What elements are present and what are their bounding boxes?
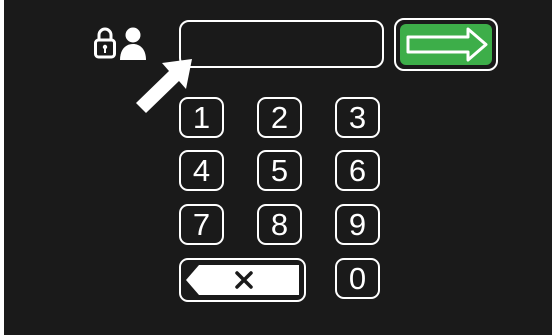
key-3[interactable]: 3 <box>335 97 380 138</box>
key-8[interactable]: 8 <box>257 204 302 245</box>
enter-button[interactable] <box>394 18 498 71</box>
keypad-screen: 1 2 3 4 5 6 7 8 9 0 <box>4 0 552 335</box>
key-9[interactable]: 9 <box>335 204 380 245</box>
backspace-x-icon <box>186 265 299 295</box>
key-6[interactable]: 6 <box>335 150 380 191</box>
key-5[interactable]: 5 <box>257 150 302 191</box>
pin-input[interactable] <box>179 20 384 68</box>
key-4[interactable]: 4 <box>179 150 224 191</box>
key-0[interactable]: 0 <box>335 258 380 299</box>
key-1[interactable]: 1 <box>179 97 224 138</box>
key-7[interactable]: 7 <box>179 204 224 245</box>
arrow-right-icon <box>406 27 488 62</box>
enter-button-fill <box>400 24 492 65</box>
backspace-button[interactable] <box>179 258 306 302</box>
key-2[interactable]: 2 <box>257 97 302 138</box>
